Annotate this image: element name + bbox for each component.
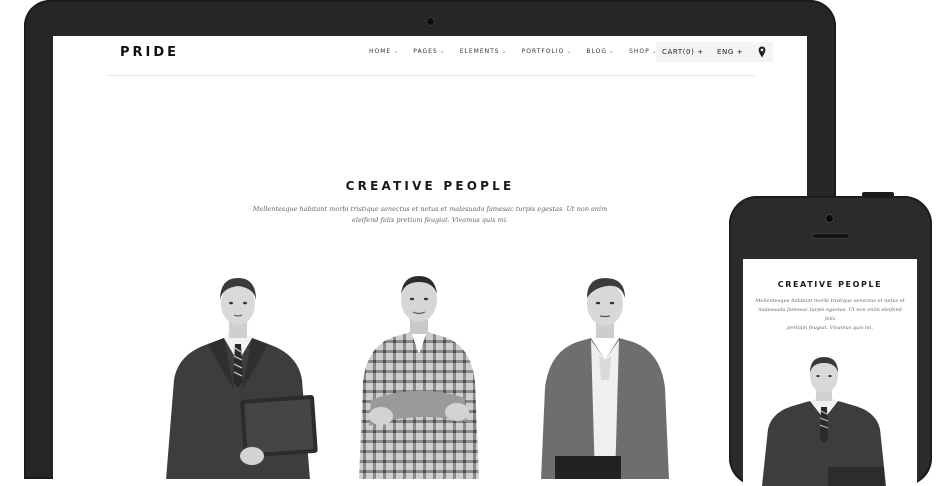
chevron-down-icon: ⌄ <box>501 48 508 55</box>
nav-label: PORTFOLIO <box>521 48 565 55</box>
mobile-section-title: CREATIVE PEOPLE <box>777 280 883 289</box>
site-header: PRIDE HOME ⌄ PAGES ⌄ ELEMENTS ⌄ PORTFOLIO ⌄ … <box>53 36 807 66</box>
description-line: Mellentesque habitant morbi tristique se… <box>252 205 608 213</box>
laptop-camera <box>426 17 435 26</box>
nav-label: PAGES <box>413 48 438 55</box>
phone-camera <box>825 214 834 223</box>
nav-item-home[interactable]: HOME ⌄ <box>369 48 399 55</box>
team-member-photo-1[interactable] <box>158 270 318 479</box>
nav-item-elements[interactable]: ELEMENTS ⌄ <box>460 48 508 55</box>
nav-label: BLOG <box>586 48 608 55</box>
phone-screen: CREATIVE PEOPLE Mellentesque habitant mo… <box>743 259 917 486</box>
chevron-down-icon: ⌄ <box>439 48 446 55</box>
nav-item-portfolio[interactable]: PORTFOLIO ⌄ <box>522 48 573 55</box>
site-logo[interactable]: PRIDE <box>120 45 179 60</box>
header-divider <box>106 75 755 76</box>
phone-mockup: CREATIVE PEOPLE Mellentesque habitant mo… <box>729 196 932 486</box>
chevron-down-icon: ⌄ <box>566 48 573 55</box>
description-line: pretium feugiat. Vivamus quis mi. <box>787 325 873 331</box>
header-utility-bar: CART(0) + ENG + <box>656 42 773 62</box>
language-selector[interactable]: ENG + <box>717 48 743 56</box>
mobile-section-description: Mellentesque habitant morbi tristique se… <box>753 297 907 333</box>
chevron-down-icon: ⌄ <box>609 48 616 55</box>
nav-label: SHOP <box>629 48 650 55</box>
cart-button[interactable]: CART(0) + <box>662 48 704 56</box>
nav-item-blog[interactable]: BLOG ⌄ <box>586 48 615 55</box>
nav-label: ELEMENTS <box>459 48 500 55</box>
description-line: eleifend felis pretium feugiat. Vivamus … <box>352 216 508 224</box>
section-description: Mellentesque habitant morbi tristique se… <box>243 204 617 226</box>
laptop-mockup: PRIDE HOME ⌄ PAGES ⌄ ELEMENTS ⌄ PORTFOLIO ⌄ … <box>24 0 836 479</box>
team-member-photo-2[interactable] <box>353 270 483 479</box>
main-menu: HOME ⌄ PAGES ⌄ ELEMENTS ⌄ PORTFOLIO ⌄ BLOG ⌄ … <box>369 48 672 55</box>
laptop-screen: PRIDE HOME ⌄ PAGES ⌄ ELEMENTS ⌄ PORTFOLIO ⌄ … <box>53 36 807 479</box>
description-line: malesuada famesac turpis egestas. Ut non… <box>758 307 902 322</box>
team-member-photo-3[interactable] <box>535 270 675 479</box>
map-pin-icon[interactable] <box>758 46 766 58</box>
nav-item-shop[interactable]: SHOP ⌄ <box>629 48 658 55</box>
nav-item-pages[interactable]: PAGES ⌄ <box>413 48 446 55</box>
phone-speaker <box>812 233 850 239</box>
description-line: Mellentesque habitant morbi tristique se… <box>755 298 905 304</box>
chevron-down-icon: ⌄ <box>393 48 400 55</box>
section-title: CREATIVE PEOPLE <box>345 179 515 193</box>
mobile-team-member-photo[interactable] <box>760 355 888 486</box>
nav-label: HOME <box>369 48 392 55</box>
